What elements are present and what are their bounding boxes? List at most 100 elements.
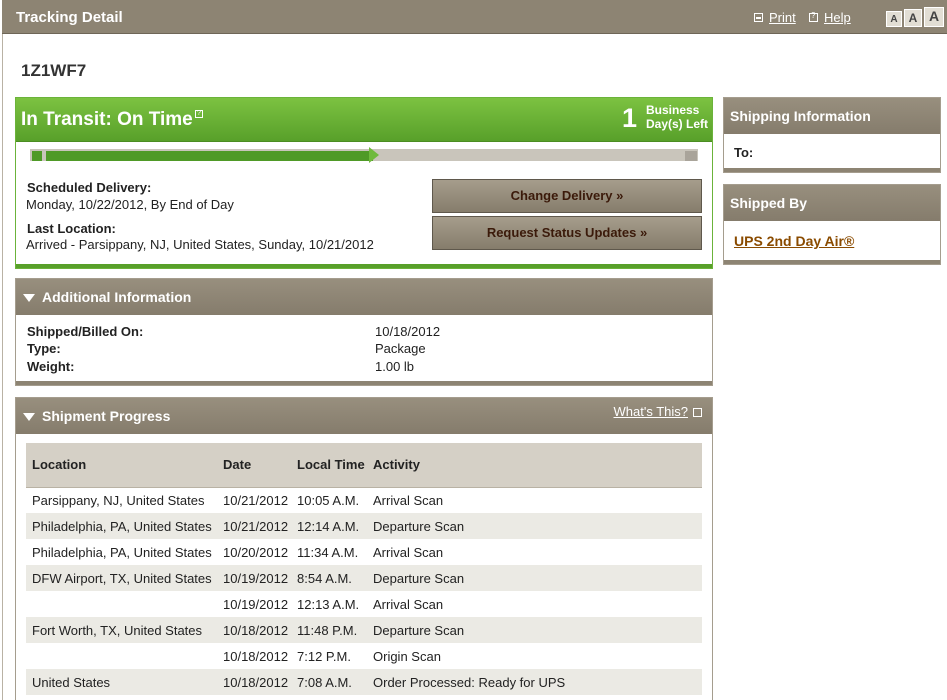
to-label: To: (734, 145, 754, 160)
scheduled-delivery-label: Scheduled Delivery: (27, 180, 152, 195)
info-icon (693, 407, 702, 417)
change-delivery-button[interactable]: Change Delivery » (432, 179, 702, 213)
cell-location: Philadelphia, PA, United States (26, 513, 219, 539)
collapse-triangle-icon (23, 413, 35, 421)
tracking-number: 1Z1WF7 (21, 61, 87, 80)
table-row: Fort Worth, TX, United States 10/18/2012 1… (26, 617, 702, 643)
font-size-small-button[interactable]: A (886, 11, 902, 27)
cell-location (26, 591, 219, 617)
font-size-large-button[interactable]: A (924, 7, 944, 27)
progress-end-marker (685, 151, 697, 161)
cell-date: 10/21/2012 (219, 513, 293, 539)
collapse-triangle-icon (23, 294, 35, 302)
table-row: DFW Airport, TX, United States 10/19/2012… (26, 565, 702, 591)
whats-this-label: What's This? (613, 404, 689, 419)
status-footer (16, 264, 712, 268)
cell-local-time: 11:48 P.M. (293, 617, 367, 643)
table-row: 10/19/2012 12:13 A.M. Arrival Scan (26, 591, 702, 617)
whats-this-link[interactable]: What's This? (613, 404, 702, 419)
cell-activity: Arrival Scan (367, 539, 702, 565)
cell-location: United States (26, 669, 219, 695)
shipment-progress-header[interactable]: Shipment Progress What's This? (16, 398, 712, 434)
cell-date: 10/18/2012 (219, 669, 293, 695)
last-location-value: Arrived - Parsippany, NJ, United States,… (26, 237, 374, 252)
help-icon (809, 11, 818, 22)
shipped-billed-value: 10/18/2012 (375, 324, 441, 339)
days-left-label-line2: Day(s) Left (646, 117, 709, 131)
info-icon[interactable]: ? (195, 110, 203, 118)
cell-date: 10/19/2012 (219, 565, 293, 591)
shipped-billed-label: Shipped/Billed On: (27, 324, 144, 339)
table-row: Parsippany, NJ, United States 10/21/2012 1… (26, 487, 702, 513)
cell-date: 10/18/2012 (219, 643, 293, 669)
service-link[interactable]: UPS 2nd Day Air® (734, 233, 854, 249)
additional-info-panel: Additional Information Shipped/Billed On… (15, 278, 713, 386)
shipping-info-panel: Shipping Information To: (723, 97, 941, 173)
font-size-medium-button[interactable]: A (904, 9, 922, 27)
cell-location (26, 643, 219, 669)
cell-activity: Departure Scan (367, 565, 702, 591)
shipped-by-panel: Shipped By UPS 2nd Day Air® (723, 184, 941, 265)
table-row: Philadelphia, PA, United States 10/21/201… (26, 513, 702, 539)
scheduled-delivery-value: Monday, 10/22/2012, By End of Day (26, 197, 234, 212)
cell-date: 10/21/2012 (219, 487, 293, 513)
cell-local-time: 8:54 A.M. (293, 565, 367, 591)
cell-location: DFW Airport, TX, United States (26, 565, 219, 591)
days-left-label-line1: Business (646, 103, 700, 117)
progress-start-marker (32, 151, 42, 161)
help-label: Help (824, 10, 851, 25)
table-row: Philadelphia, PA, United States 10/20/201… (26, 539, 702, 565)
cell-local-time: 7:12 P.M. (293, 643, 367, 669)
cell-location: Philadelphia, PA, United States (26, 539, 219, 565)
print-link[interactable]: Print (754, 10, 796, 25)
column-header-location: Location (26, 443, 219, 488)
print-label: Print (769, 10, 796, 25)
cell-activity: Arrival Scan (367, 591, 702, 617)
cell-date: 10/20/2012 (219, 539, 293, 565)
request-status-updates-button[interactable]: Request Status Updates » (432, 216, 702, 250)
table-row: United States 10/18/2012 7:08 A.M. Order Pr… (26, 669, 702, 695)
progress-fill (46, 151, 373, 161)
shipment-progress-panel: Shipment Progress What's This? Location … (15, 397, 713, 700)
additional-info-header[interactable]: Additional Information (16, 279, 712, 315)
shipping-info-footer (724, 168, 940, 172)
additional-info-footer (16, 381, 712, 385)
column-header-local-time: Local Time (293, 443, 367, 488)
cell-location: Parsippany, NJ, United States (26, 487, 219, 513)
table-row: 10/18/2012 7:12 P.M. Origin Scan (26, 643, 702, 669)
cell-activity: Departure Scan (367, 617, 702, 643)
cell-local-time: 12:13 A.M. (293, 591, 367, 617)
column-header-activity: Activity (367, 443, 702, 488)
font-size-controls: A A A (886, 7, 944, 27)
status-title: In Transit: On Time (21, 109, 193, 130)
cell-activity: Arrival Scan (367, 487, 702, 513)
cell-location: Fort Worth, TX, United States (26, 617, 219, 643)
shipping-info-header: Shipping Information (724, 98, 940, 134)
days-left-label: Business Day(s) Left (646, 103, 708, 131)
shipment-progress-title: Shipment Progress (42, 408, 171, 424)
cell-date: 10/18/2012 (219, 617, 293, 643)
weight-label: Weight: (27, 359, 75, 374)
status-header: In Transit: On Time ? 1 Business Day(s) … (16, 98, 712, 142)
cell-local-time: 12:14 A.M. (293, 513, 367, 539)
column-header-date: Date (219, 443, 293, 488)
shipment-progress-table: Location Date Local Time Activity Parsip… (26, 443, 702, 695)
progress-arrow-icon (369, 147, 379, 163)
printer-icon (754, 13, 763, 22)
title-bar: Tracking Detail Print Help A A A (2, 0, 947, 34)
type-label: Type: (27, 341, 61, 356)
page-border (2, 34, 3, 700)
shipped-by-header: Shipped By (724, 185, 940, 221)
cell-local-time: 10:05 A.M. (293, 487, 367, 513)
table-header-row: Location Date Local Time Activity (26, 443, 702, 488)
cell-local-time: 11:34 A.M. (293, 539, 367, 565)
days-left-number: 1 (622, 103, 638, 133)
last-location-label: Last Location: (27, 221, 116, 236)
help-link[interactable]: Help (809, 10, 851, 25)
additional-info-title: Additional Information (42, 289, 192, 305)
cell-activity: Departure Scan (367, 513, 702, 539)
shipped-by-footer (724, 260, 940, 264)
status-box: In Transit: On Time ? 1 Business Day(s) … (15, 97, 713, 269)
cell-activity: Order Processed: Ready for UPS (367, 669, 702, 695)
page-title: Tracking Detail (16, 9, 123, 26)
